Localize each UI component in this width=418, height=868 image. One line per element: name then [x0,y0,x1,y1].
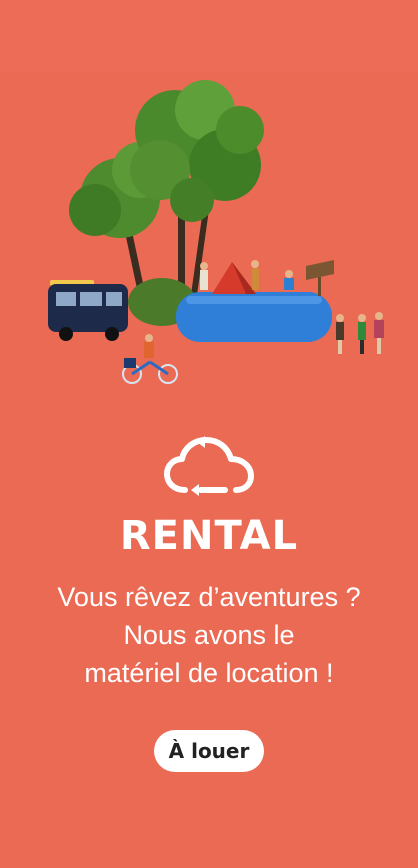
van-icon [48,280,128,341]
brand-block: RENTAL [0,432,418,560]
tagline-line-3: matériel de location ! [84,658,334,688]
top-band [0,0,418,72]
brand-name: RENTAL [119,513,299,559]
camping-scene-illustration [48,80,384,384]
signpost-icon [306,260,334,296]
hikers-icon [336,312,384,354]
tagline-line-2: Nous avons le [123,620,295,650]
cloud-sync-icon [164,436,254,496]
rental-promo-page: RENTAL Vous rêvez d’aventures ? Nous avo… [0,0,418,868]
cyclist-icon [122,334,178,384]
tagline: Vous rêvez d’aventures ? Nous avons le m… [20,578,398,692]
rent-button[interactable]: À louer [154,730,264,772]
tagline-line-1: Vous rêvez d’aventures ? [57,582,361,612]
